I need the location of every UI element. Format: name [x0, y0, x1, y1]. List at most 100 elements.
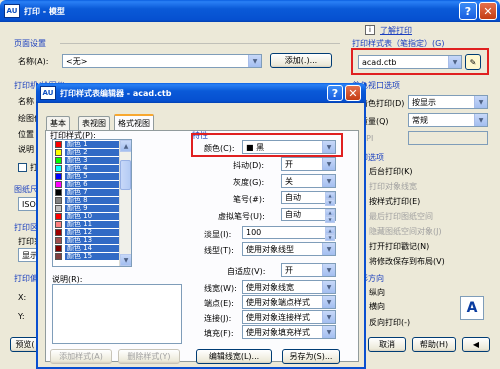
main-titlebar: AU 打印 - 模型	[0, 0, 500, 22]
main-title: 打印 - 模型	[24, 6, 65, 16]
shade-plot-combo[interactable]: 按显示 ▼	[408, 95, 488, 109]
grayscale-combo[interactable]: 关 ▼	[281, 174, 336, 188]
pen-number-input[interactable]: 自动 ▲ ▼	[281, 191, 336, 206]
color-swatch-icon	[55, 156, 62, 164]
virtual-pen-input[interactable]: 自动 ▲ ▼	[281, 208, 336, 223]
save-to-layout-checkbox[interactable]: 将修改保存到布局(V)	[357, 256, 445, 267]
learn-printing-link[interactable]: 了解打印	[380, 25, 412, 36]
style-description-input[interactable]	[52, 284, 182, 344]
plot-lineweights-checkbox[interactable]: 打印对象线宽	[357, 181, 417, 192]
chevron-down-icon: ▼	[248, 55, 261, 67]
color-swatch-icon	[55, 212, 62, 220]
paper-size-combo[interactable]: ISO	[18, 197, 38, 211]
plot-area-group-label: 打印区	[14, 223, 38, 232]
color-swatch-icon	[55, 252, 62, 260]
screening-input[interactable]: 100 ▲ ▼	[242, 226, 336, 241]
adaptive-label: 自适应(V):	[227, 267, 266, 276]
adaptive-combo[interactable]: 开 ▼	[281, 263, 336, 277]
editor-titlebar: AU 打印样式表编辑器 - acad.ctb	[36, 83, 366, 103]
shade-plot-label: 着色打印(D)	[360, 99, 405, 108]
expand-icon[interactable]: ◀	[462, 337, 490, 352]
virtual-pen-label: 虚拟笔号(U):	[218, 212, 265, 221]
joinstyle-combo[interactable]: 使用对象连接样式 ▼	[242, 310, 336, 324]
color-swatch-icon	[55, 228, 62, 236]
scroll-down-icon[interactable]: ▼	[120, 254, 131, 266]
plot-styles-list[interactable]: 颜色 1 颜色 2 颜色 3 颜色 4 颜色 5 颜色 6 颜色 7 颜色 8 颜色 9 颜色 1…	[52, 139, 132, 267]
fillstyle-combo[interactable]: 使用对象填充样式 ▼	[242, 325, 336, 339]
color-swatch-icon	[55, 180, 62, 188]
endstyle-combo[interactable]: 使用对象端点样式 ▼	[242, 295, 336, 309]
fillstyle-label: 填充(F):	[204, 329, 234, 338]
editor-close-icon[interactable]: ✕	[345, 85, 361, 101]
linetype-combo[interactable]: 使用对象线型 ▼	[242, 242, 336, 256]
add-style-button[interactable]: 添加样式(A)	[50, 349, 112, 364]
dither-combo[interactable]: 开 ▼	[281, 157, 336, 171]
chevron-down-icon: ▼	[322, 175, 335, 187]
color-swatch-icon	[55, 236, 62, 244]
delete-style-button[interactable]: 删除样式(Y)	[118, 349, 180, 364]
pen-number-label: 笔号(#):	[233, 195, 265, 204]
plot-stamp-checkbox[interactable]: 打开打印戳记(N)	[357, 241, 429, 252]
cancel-button[interactable]: 取消	[368, 337, 406, 352]
color-swatch-icon	[55, 140, 62, 148]
screening-label: 淡显(I):	[204, 230, 232, 239]
plot-with-styles-checkbox[interactable]: 按样式打印(E)	[357, 196, 420, 207]
joinstyle-label: 连接(J):	[204, 314, 232, 323]
spinner-icon[interactable]: ▲ ▼	[325, 209, 335, 223]
page-setup-name-combo[interactable]: <无> ▼	[62, 54, 262, 68]
chevron-down-icon: ▼	[322, 311, 335, 323]
chevron-down-icon: ▼	[322, 296, 335, 308]
color-swatch-icon	[55, 148, 62, 156]
color-swatch-icon	[55, 172, 62, 180]
printer-name-label: 名称	[18, 97, 34, 106]
color-swatch-icon	[55, 188, 62, 196]
editor-help-icon[interactable]: ?	[327, 85, 343, 101]
dither-label: 抖动(D):	[233, 161, 265, 170]
color-swatch-icon	[55, 196, 62, 204]
highlight-box-style-table	[351, 48, 489, 75]
location-label: 位置	[18, 130, 34, 139]
spinner-icon[interactable]: ▲ ▼	[325, 227, 335, 241]
editor-title: 打印样式表编辑器 - acad.ctb	[60, 88, 172, 98]
scroll-thumb[interactable]	[120, 160, 131, 190]
styles-scrollbar[interactable]: ▲ ▼	[119, 140, 131, 266]
color-swatch-icon	[55, 244, 62, 252]
name-label: 名称(A):	[18, 57, 49, 66]
plot-paperspace-last-checkbox[interactable]: 最后打印图纸空间	[357, 211, 433, 222]
tab-general[interactable]: 基本	[46, 116, 70, 130]
tab-table-view[interactable]: 表视图	[78, 116, 110, 130]
scroll-up-icon[interactable]: ▲	[120, 140, 131, 152]
color-swatch-icon	[55, 204, 62, 212]
help-icon[interactable]: ?	[459, 2, 477, 20]
offset-y-label: Y:	[18, 312, 25, 321]
add-page-setup-button[interactable]: 添加(.)...	[270, 53, 332, 68]
dpi-input	[408, 131, 488, 145]
chevron-down-icon: ▼	[474, 96, 487, 108]
chevron-down-icon: ▼	[322, 326, 335, 338]
color-swatch-icon	[55, 164, 62, 172]
color-swatch-icon	[55, 220, 62, 228]
orientation-preview-icon: A	[460, 296, 484, 320]
editor-app-icon: AU	[40, 86, 56, 100]
page-setup-group-label: 页面设置	[14, 39, 46, 48]
save-as-button[interactable]: 另存为(S)...	[282, 349, 340, 364]
hide-paperspace-checkbox[interactable]: 隐藏图纸空间对象(J)	[357, 226, 442, 237]
chevron-down-icon: ▼	[322, 264, 335, 276]
close-icon[interactable]: ✕	[479, 2, 497, 20]
lineweight-label: 线宽(W):	[204, 284, 237, 293]
endstyle-label: 端点(E):	[204, 299, 234, 308]
spinner-icon[interactable]: ▲ ▼	[325, 192, 335, 206]
info-icon: i	[365, 25, 375, 35]
linetype-label: 线型(T):	[204, 246, 234, 255]
grayscale-label: 灰度(G):	[233, 178, 265, 187]
help-button[interactable]: 帮助(H)	[412, 337, 456, 352]
offset-x-label: X:	[18, 293, 27, 302]
description-label: 说明	[18, 145, 34, 154]
quality-combo[interactable]: 常规 ▼	[408, 113, 488, 127]
plot-range-combo[interactable]: 显示	[18, 248, 38, 262]
lineweight-combo[interactable]: 使用对象线宽 ▼	[242, 280, 336, 294]
print-to-file-checkbox[interactable]: 打	[18, 162, 38, 173]
edit-lineweights-button[interactable]: 编辑线宽(L)...	[196, 349, 272, 364]
tab-form-view[interactable]: 格式视图	[114, 114, 154, 130]
chevron-down-icon: ▼	[474, 114, 487, 126]
